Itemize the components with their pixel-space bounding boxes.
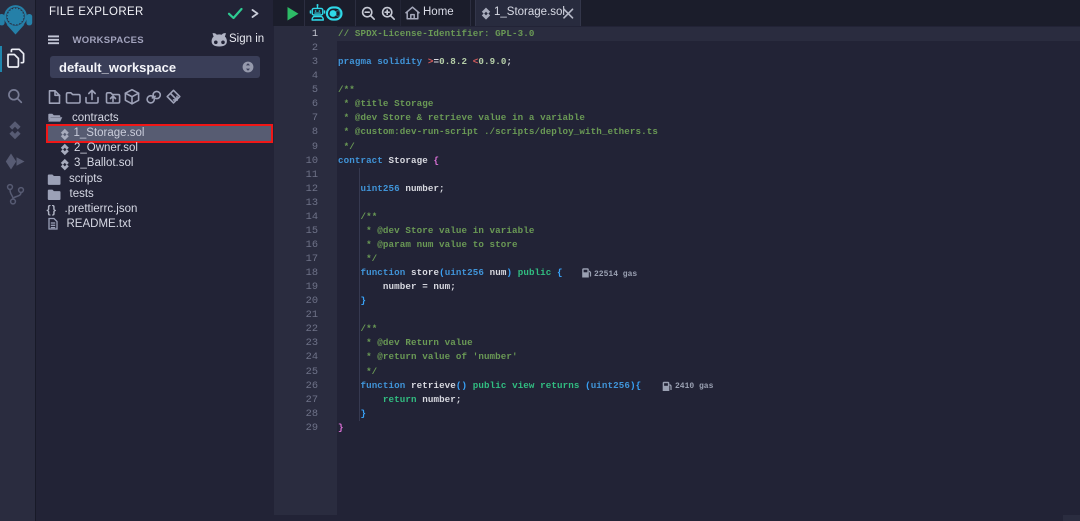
svg-text:{}: {}	[47, 204, 58, 216]
